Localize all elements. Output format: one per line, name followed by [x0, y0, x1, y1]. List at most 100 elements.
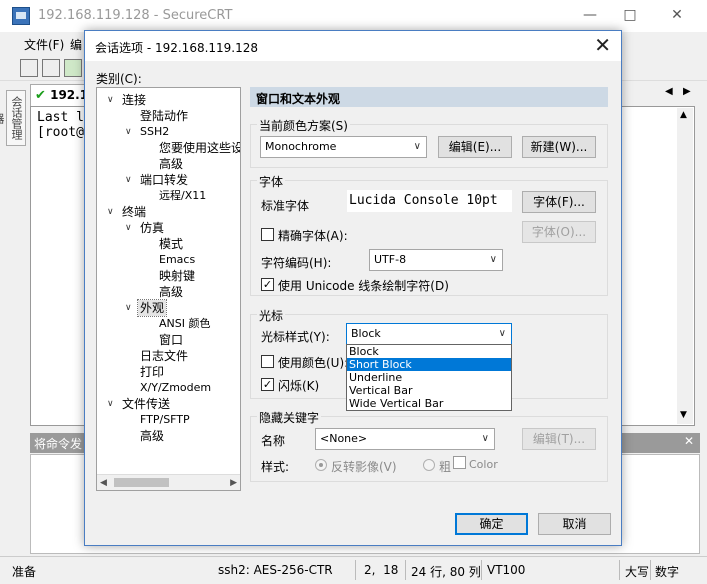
scroll-thumb[interactable] — [114, 478, 169, 487]
cursor-style-dropdown[interactable]: Block Short Block Underline Vertical Bar… — [346, 344, 512, 411]
tree-item-file-transfer[interactable]: 文件传送 — [122, 396, 170, 412]
font-group-label: 字体 — [257, 173, 286, 190]
tree-item-ssh2-advanced[interactable]: 高级 — [159, 156, 183, 172]
chevron-down-icon: ∨ — [481, 433, 489, 444]
encoding-select[interactable]: UTF-8 ∨ — [369, 249, 503, 271]
cancel-button[interactable]: 取消 — [538, 513, 611, 535]
encoding-value: UTF-8 — [374, 253, 407, 266]
tree-item-ansi-color[interactable]: ANSI 颜色 — [159, 316, 210, 332]
unicode-line-drawing-label: 使用 Unicode 线条绘制字符(D) — [278, 279, 449, 293]
session-tab[interactable]: ✔ 192.1 — [30, 84, 90, 106]
tree-horizontal-scrollbar[interactable]: ◀ ▶ — [97, 474, 240, 490]
edit-color-scheme-button[interactable]: 编辑(E)... — [438, 136, 512, 158]
tree-item-file-transfer-advanced[interactable]: 高级 — [140, 428, 164, 444]
blink-checkbox[interactable]: ✓ — [261, 378, 274, 391]
tree-item-emacs[interactable]: Emacs — [159, 252, 195, 268]
status-divider — [650, 560, 651, 580]
scroll-left-icon[interactable]: ◀ — [100, 475, 107, 490]
cursor-style-label: 光标样式(Y): — [261, 330, 330, 344]
use-color-checkbox[interactable] — [261, 355, 274, 368]
quick-connect-icon[interactable] — [42, 59, 60, 77]
collapse-icon[interactable]: ∨ — [125, 220, 135, 236]
precise-font-button[interactable]: 字体(O)... — [522, 221, 596, 243]
maximize-icon[interactable]: □ — [607, 0, 653, 30]
tree-item-ssh2[interactable]: SSH2 — [140, 124, 169, 140]
keyword-name-select[interactable]: <None> ∨ — [315, 428, 495, 450]
cursor-option-short-block[interactable]: Short Block — [347, 358, 511, 371]
color-label: Color — [469, 458, 498, 471]
scroll-up-icon[interactable]: ▲ — [680, 110, 687, 120]
session-manager-tab[interactable]: 会话管理器 — [0, 90, 26, 146]
status-ready: 准备 — [12, 565, 37, 579]
tree-item-remote-x11[interactable]: 远程/X11 — [159, 188, 206, 204]
status-num: 数字 — [655, 565, 680, 579]
tree-item-appearance[interactable]: 外观 — [136, 299, 168, 317]
cursor-style-value: Block — [351, 327, 381, 340]
tree-item-emulation-advanced[interactable]: 高级 — [159, 284, 183, 300]
bold-radio[interactable] — [423, 459, 435, 471]
tree-item-terminal[interactable]: 终端 — [122, 204, 146, 220]
close-command-window-icon[interactable]: ✕ — [684, 434, 694, 448]
bold-label: 粗 — [439, 460, 452, 474]
scroll-down-icon[interactable]: ▼ — [680, 410, 687, 420]
dialog-title: 会话选项 - 192.168.119.128 — [95, 41, 259, 55]
collapse-icon[interactable]: ∨ — [125, 124, 135, 140]
keyword-name-value: <None> — [320, 432, 368, 445]
tree-item-xyzmodem[interactable]: X/Y/Zmodem — [140, 380, 211, 396]
cursor-option-block[interactable]: Block — [347, 345, 511, 358]
cursor-option-underline[interactable]: Underline — [347, 371, 511, 384]
status-terminal-type: VT100 — [487, 563, 526, 577]
reverse-video-radio[interactable] — [315, 459, 327, 471]
edit-keywords-button[interactable]: 编辑(T)... — [522, 428, 596, 450]
chevron-down-icon: ∨ — [413, 141, 421, 152]
tree-item-mapped-keys[interactable]: 映射键 — [159, 268, 195, 284]
use-color-label: 使用颜色(U): — [278, 356, 349, 370]
menu-edit[interactable]: 编 — [70, 36, 82, 53]
menu-file[interactable]: 文件(F) — [24, 36, 64, 53]
status-divider — [405, 560, 406, 580]
collapse-icon[interactable]: ∨ — [107, 396, 117, 412]
tree-item-modes[interactable]: 模式 — [159, 236, 183, 252]
close-window-icon[interactable]: ✕ — [654, 0, 700, 30]
tree-item-connection[interactable]: 连接 — [122, 92, 146, 108]
reverse-video-label: 反转影像(V) — [331, 460, 397, 474]
command-window-label: 将命令发 — [34, 437, 83, 451]
color-checkbox[interactable] — [453, 456, 466, 469]
scroll-right-icon[interactable]: ▶ — [230, 475, 237, 490]
category-label: 类别(C): — [96, 72, 142, 86]
font-button[interactable]: 字体(F)... — [522, 191, 596, 213]
tree-item-ssh2-auth[interactable]: 您要使用这些设 — [159, 140, 240, 156]
tree-item-ftp-sftp[interactable]: FTP/SFTP — [140, 412, 190, 428]
connect-icon[interactable] — [20, 59, 38, 77]
collapse-icon[interactable]: ∨ — [125, 172, 135, 188]
collapse-icon[interactable]: ∨ — [107, 92, 117, 108]
cursor-style-select[interactable]: Block ∨ — [346, 323, 512, 345]
tree-item-window[interactable]: 窗口 — [159, 332, 183, 348]
dialog-close-icon[interactable]: ✕ — [594, 34, 611, 56]
tree-item-log-file[interactable]: 日志文件 — [140, 348, 188, 364]
tree-item-printing[interactable]: 打印 — [140, 364, 164, 380]
tree-item-logon-actions[interactable]: 登陆动作 — [140, 108, 188, 124]
reconnect-icon[interactable] — [64, 59, 82, 77]
ok-button[interactable]: 确定 — [455, 513, 528, 535]
collapse-icon[interactable]: ∨ — [107, 204, 117, 220]
tree-item-emulation[interactable]: 仿真 — [140, 220, 164, 236]
status-cursor-position: 2, 18 — [364, 563, 399, 577]
precise-font-checkbox[interactable] — [261, 228, 274, 241]
color-scheme-select[interactable]: Monochrome ∨ — [260, 136, 427, 158]
standard-font-label: 标准字体 — [261, 199, 310, 213]
tab-scroll-left-icon[interactable]: ◀ — [665, 86, 673, 97]
unicode-line-drawing-checkbox[interactable]: ✓ — [261, 278, 274, 291]
blink-label: 闪烁(K) — [278, 379, 320, 393]
dialog-title-bar: 会话选项 - 192.168.119.128 ✕ — [85, 31, 621, 61]
tree-item-port-forwarding[interactable]: 端口转发 — [140, 172, 188, 188]
terminal-scrollbar[interactable]: ▲ ▼ — [677, 108, 693, 424]
cursor-option-wide-vertical-bar[interactable]: Wide Vertical Bar — [347, 397, 511, 410]
cursor-option-vertical-bar[interactable]: Vertical Bar — [347, 384, 511, 397]
status-bar: 准备 ssh2: AES-256-CTR 2, 18 24 行, 80 列 VT… — [0, 556, 707, 584]
new-color-scheme-button[interactable]: 新建(W)... — [522, 136, 596, 158]
collapse-icon[interactable]: ∨ — [125, 300, 135, 316]
tab-scroll-right-icon[interactable]: ▶ — [683, 86, 691, 97]
category-tree[interactable]: ∨ 连接 登陆动作 ∨ SSH2 您要使用这些设 高级 ∨ 端口转发 远程/X1… — [96, 87, 241, 491]
status-encryption: ssh2: AES-256-CTR — [218, 563, 333, 577]
